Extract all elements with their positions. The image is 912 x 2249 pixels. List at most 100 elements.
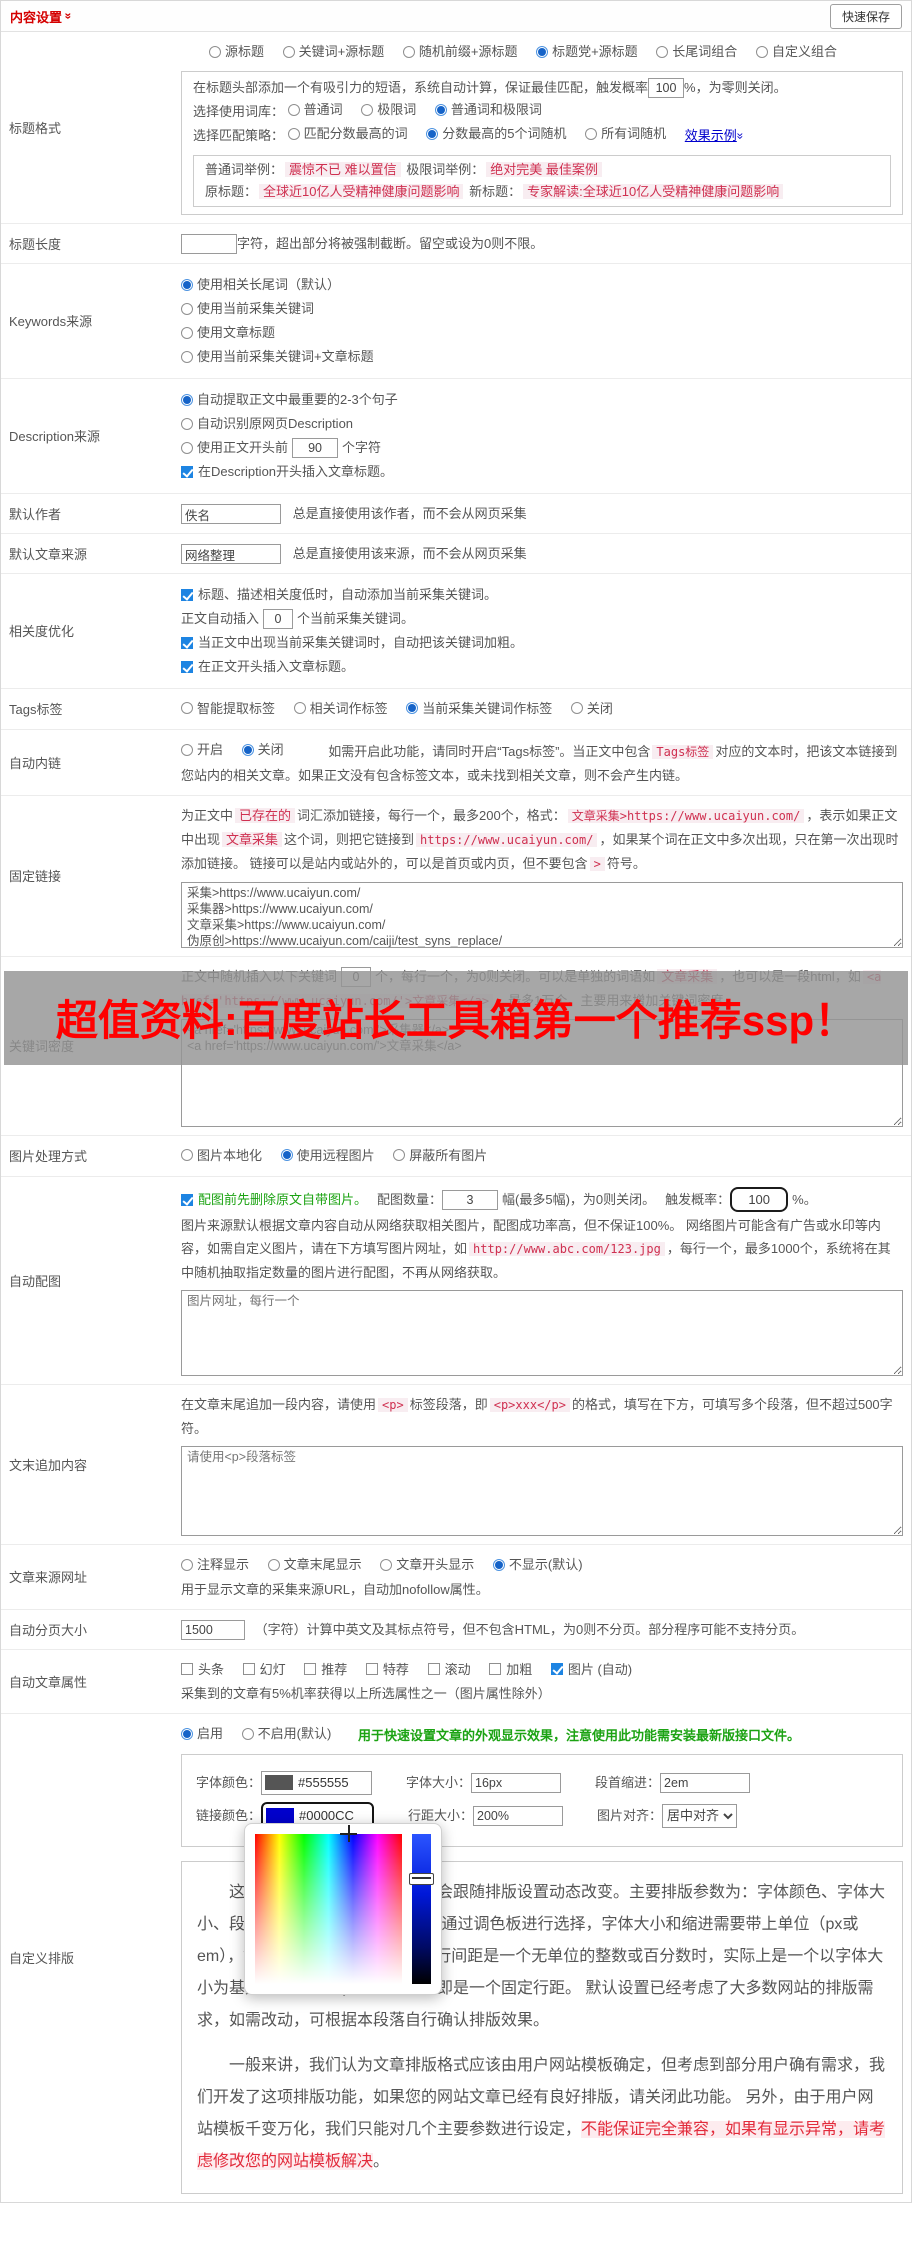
radio-article-title[interactable]: 使用文章标题 [181, 322, 903, 344]
text: 选择使用词库： [193, 103, 285, 119]
indent-input[interactable] [660, 1772, 751, 1793]
checkbox-auto-add-keywords[interactable]: 标题、描述相关度低时，自动添加当前采集关键词。 [181, 584, 903, 606]
checkbox-icon [181, 1663, 193, 1675]
pagination-note: （字符）计算中英文及其标点符号，但不包含HTML，为0则不分页。部分程序可能不支… [254, 1621, 805, 1637]
fixed-links-textarea[interactable]: 采集>https://www.ucaiyun.com/ 采集器>https://… [181, 881, 903, 948]
line-height-input[interactable] [473, 1805, 564, 1826]
format-example-highlight: 文章采集>https://www.ucaiyun.com/ [567, 808, 805, 823]
radio-localize-images[interactable]: 图片本地化 [181, 1144, 262, 1167]
radio-article-end-display[interactable]: 文章末尾显示 [267, 1553, 362, 1576]
image-align-select[interactable]: 居中对齐 [662, 1803, 738, 1828]
color-picker-hue-slider[interactable] [409, 1833, 434, 1984]
row-label-source-url: 文章来源网址 [9, 1570, 88, 1586]
radio-icon [380, 1558, 393, 1571]
quick-save-button[interactable]: 快速保存 [829, 3, 902, 29]
layout-settings-box: 字体颜色： 字体大小： 段首缩进： [181, 1753, 903, 1995]
checkbox-icon [242, 1663, 255, 1675]
radio-random-prefix-source-title[interactable]: 随机前缀+源标题 [402, 40, 518, 63]
radio-clickbait-source-title[interactable]: 标题党+源标题 [536, 40, 638, 63]
radio-current-keywords-tags[interactable]: 当前采集关键词作标签 [406, 697, 552, 720]
option-label: 加粗 [506, 1661, 533, 1677]
option-label: 个字符 [342, 439, 382, 455]
radio-custom-combo[interactable]: 自定义组合 [755, 40, 837, 63]
font-color-input[interactable] [298, 1775, 369, 1790]
color-picker-crosshair[interactable] [340, 1824, 358, 1842]
font-size-input[interactable] [471, 1772, 562, 1793]
checkbox-slideshow[interactable]: 幻灯 [242, 1658, 286, 1681]
title-length-input[interactable] [181, 234, 237, 255]
radio-use-body-start[interactable]: 使用正文开头前 个字符 [181, 437, 903, 459]
option-label: 随机前缀+源标题 [418, 44, 518, 59]
link-color-swatch[interactable] [266, 1808, 295, 1823]
row-title-format: 标题格式 源标题 关键词+源标题 随机前缀+源标题 标题党+源标题 长尾词组合 … [1, 32, 911, 224]
clickbait-probability-input[interactable] [648, 78, 685, 99]
radio-block-all-images[interactable]: 屏蔽所有图片 [393, 1144, 487, 1167]
radio-normal-and-extreme-words[interactable]: 普通词和极限词 [434, 99, 542, 121]
checkbox-bold-keywords[interactable]: 当正文中出现当前采集关键词时，自动把该关键词加粗。 [181, 632, 903, 654]
checkbox-special-recommend[interactable]: 特荐 [365, 1658, 409, 1681]
radio-comment-display[interactable]: 注释显示 [181, 1553, 249, 1576]
radio-normal-words[interactable]: 普通词 [287, 99, 343, 121]
radio-auto-extract-sentences[interactable]: 自动提取正文中最重要的2-3个句子 [181, 389, 903, 411]
image-probability-input[interactable] [730, 1187, 789, 1212]
append-content-textarea[interactable] [181, 1446, 903, 1536]
checkbox-recommend[interactable]: 推荐 [304, 1658, 347, 1681]
radio-all-words-random[interactable]: 所有词随机 [585, 123, 666, 145]
example-link[interactable]: 效果示例» [685, 128, 747, 143]
radio-remote-images[interactable]: 使用远程图片 [280, 1144, 375, 1167]
radio-layout-enable[interactable]: 启用 [181, 1722, 223, 1745]
radio-keyword-source-title[interactable]: 关键词+源标题 [282, 40, 385, 63]
option-label: 在正文开头插入文章标题。 [198, 658, 355, 674]
radio-related-longtail[interactable]: 使用相关长尾词（默认） [181, 274, 903, 296]
page-title[interactable]: 内容设置 » [10, 7, 75, 26]
example-box: 普通词举例： 震惊不已 难以置信 极限词举例： 绝对完美 最佳案例 原标题： 全球近1… [193, 154, 891, 207]
radio-article-start-display[interactable]: 文章开头显示 [380, 1553, 474, 1576]
strategy-select-line: 选择匹配策略： 匹配分数最高的词 分数最高的5个词随机 所有词随机 效果示例» [193, 123, 891, 147]
font-color-swatch[interactable] [265, 1775, 294, 1790]
radio-related-words-tags[interactable]: 相关词作标签 [293, 697, 388, 720]
font-color-input-wrap[interactable] [261, 1770, 373, 1795]
image-urls-textarea[interactable] [181, 1290, 903, 1376]
radio-inner-link-on[interactable]: 开启 [181, 738, 223, 761]
link-color-input[interactable] [299, 1808, 370, 1823]
radio-inner-link-off[interactable]: 关闭 [241, 738, 284, 761]
body-start-chars-input[interactable] [292, 437, 339, 458]
insert-keywords-count-input[interactable] [263, 608, 294, 629]
text: 触发概率： [665, 1191, 731, 1207]
p-xxx-tag-highlight: <p>xxx</p> [489, 1398, 570, 1412]
radio-keywords-plus-title[interactable]: 使用当前采集关键词+文章标题 [181, 346, 903, 368]
default-source-input[interactable] [181, 544, 281, 565]
radio-smart-extract-tags[interactable]: 智能提取标签 [181, 697, 275, 720]
option-label: 启用 [197, 1726, 224, 1741]
option-label: 当正文中出现当前采集关键词时，自动把该关键词加粗。 [198, 634, 524, 650]
pagination-size-input[interactable] [181, 1620, 245, 1641]
default-author-input[interactable] [181, 504, 281, 525]
checkbox-headline[interactable]: 头条 [181, 1658, 224, 1681]
word-highlight: 文章采集 [222, 831, 283, 847]
radio-longtail-combo[interactable]: 长尾词组合 [656, 40, 737, 63]
radio-icon [181, 326, 193, 339]
color-picker-saturation-panel[interactable] [255, 1824, 402, 1984]
checkbox-image-auto[interactable]: 图片 (自动) [550, 1658, 632, 1681]
option-label: 使用当前采集关键词 [197, 300, 315, 316]
color-picker-hue-handle[interactable] [409, 1872, 434, 1885]
image-count-input[interactable] [442, 1189, 499, 1210]
radio-highest-score-word[interactable]: 匹配分数最高的词 [287, 123, 408, 145]
checkbox-scroll[interactable]: 滚动 [427, 1658, 471, 1681]
checkbox-insert-title-at-start[interactable]: 在正文开头插入文章标题。 [181, 656, 903, 678]
option-label: 关键词+源标题 [298, 44, 385, 59]
radio-icon [181, 743, 193, 756]
checkbox-bold[interactable]: 加粗 [489, 1658, 532, 1681]
radio-layout-disable[interactable]: 不启用(默认) [241, 1722, 331, 1745]
radio-no-display[interactable]: 不显示(默认) [492, 1553, 583, 1576]
radio-tags-off[interactable]: 关闭 [570, 697, 613, 720]
radio-extreme-words[interactable]: 极限词 [361, 99, 416, 121]
radio-top5-random[interactable]: 分数最高的5个词随机 [426, 123, 567, 145]
indent-group: 段首缩进： [595, 1771, 751, 1794]
radio-icon [287, 127, 300, 140]
radio-current-keywords[interactable]: 使用当前采集关键词 [181, 298, 903, 320]
row-label-fixed-links: 固定链接 [9, 869, 62, 884]
radio-source-title[interactable]: 源标题 [209, 40, 264, 63]
radio-auto-detect-description[interactable]: 自动识别原网页Description [181, 413, 903, 435]
checkbox-insert-title-in-description[interactable]: 在Description开头插入文章标题。 [181, 461, 903, 483]
